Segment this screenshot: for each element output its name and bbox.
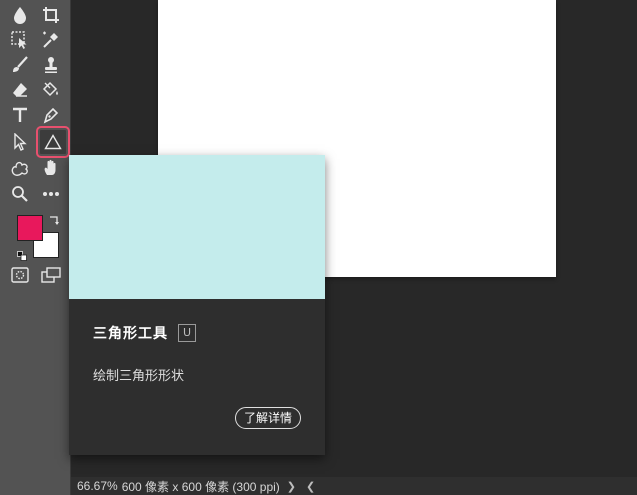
brush-tool-icon[interactable] (7, 53, 33, 77)
status-bar: 66.67% 600 像素 x 600 像素 (300 ppi) ❯ ❮ (71, 477, 637, 495)
clone-stamp-tool-icon[interactable] (38, 53, 64, 77)
tooltip-title-row: 三角形工具 U (93, 323, 196, 343)
move-tool-icon[interactable] (7, 130, 33, 154)
eraser-tool-icon[interactable] (7, 78, 33, 102)
more-tools-icon[interactable] (38, 182, 64, 206)
object-selection-tool-icon[interactable] (7, 28, 33, 52)
triangle-tool-icon[interactable] (36, 126, 70, 158)
status-prev-icon[interactable]: ❮ (303, 480, 318, 493)
tool-tooltip: 三角形工具 U 绘制三角形形状 了解详情 (69, 155, 325, 455)
tooltip-shortcut-key: U (178, 324, 196, 342)
status-next-icon[interactable]: ❯ (284, 480, 299, 493)
foreground-color-swatch[interactable] (17, 215, 43, 241)
zoom-tool-icon[interactable] (7, 182, 33, 206)
zoom-level[interactable]: 66.67% (77, 479, 118, 493)
pen-tool-icon[interactable] (38, 103, 64, 127)
document-info: 600 像素 x 600 像素 (300 ppi) (121, 479, 280, 494)
swap-colors-icon[interactable] (48, 212, 60, 225)
tooltip-title: 三角形工具 (93, 326, 168, 342)
paint-bucket-tool-icon[interactable] (38, 78, 64, 102)
crop-tool-icon[interactable] (38, 3, 64, 27)
type-tool-icon[interactable] (7, 103, 33, 127)
default-colors-icon[interactable] (17, 246, 27, 261)
quick-mask-icon[interactable] (7, 263, 33, 287)
blur-tool-icon[interactable] (7, 3, 33, 27)
tooltip-description: 绘制三角形形状 (93, 369, 185, 384)
eyedropper-tool-icon[interactable] (38, 28, 64, 52)
tooltip-preview-image (69, 155, 325, 299)
toolbar (0, 0, 71, 495)
screen-mode-icon[interactable] (38, 263, 64, 287)
hand-tool-icon[interactable] (38, 156, 64, 180)
learn-more-button[interactable]: 了解详情 (234, 407, 301, 429)
custom-shape-tool-icon[interactable] (7, 156, 33, 180)
